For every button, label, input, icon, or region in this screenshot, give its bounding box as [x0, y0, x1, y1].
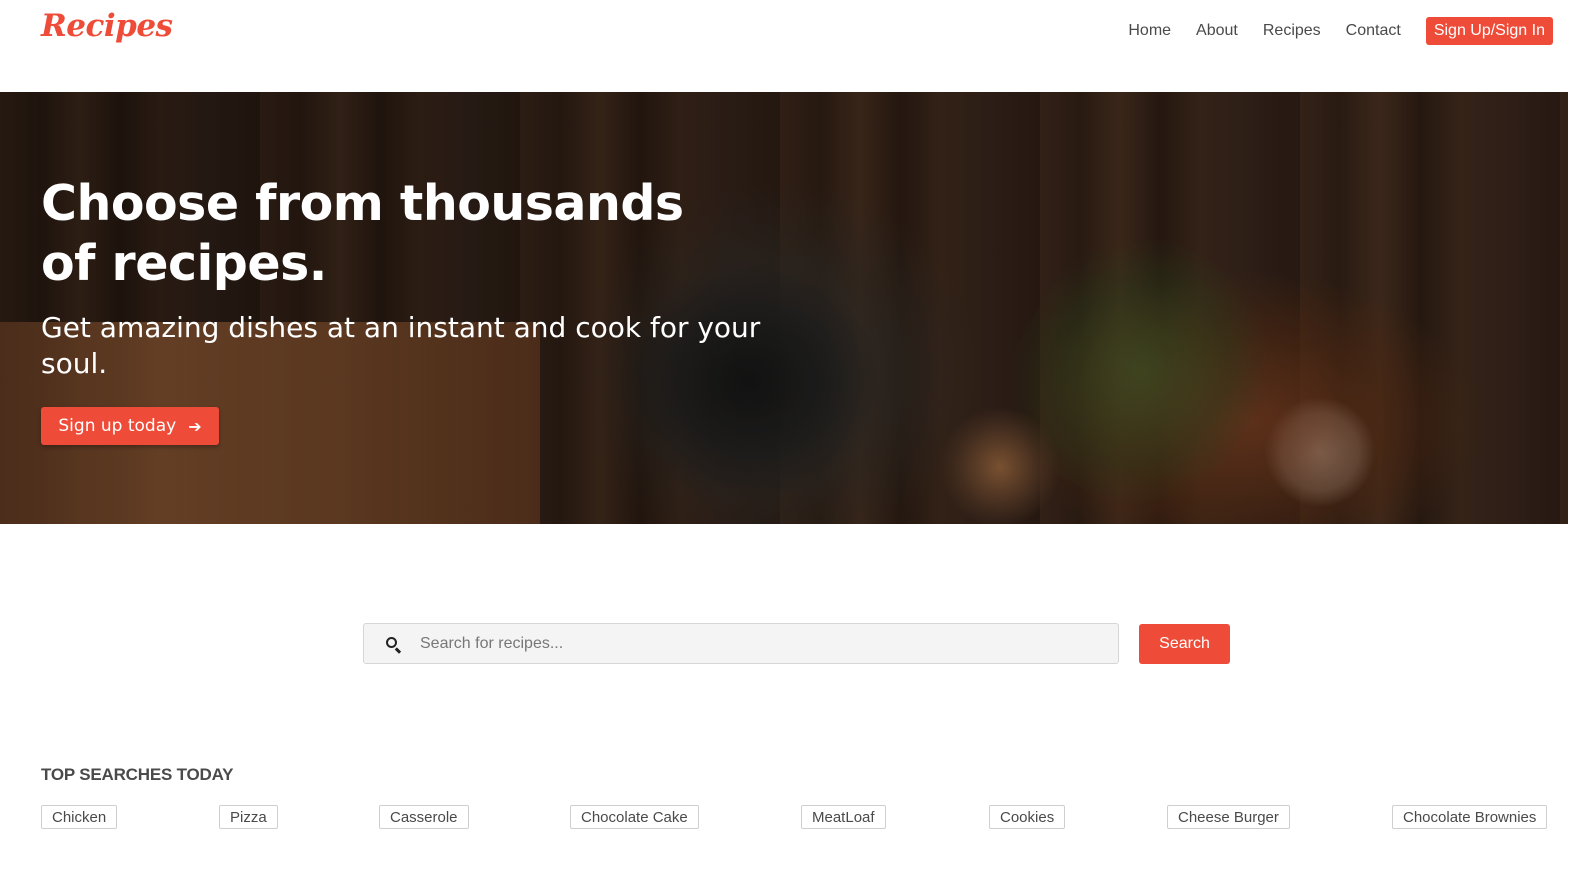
hero-overlay [0, 92, 1568, 524]
tag-pizza[interactable]: Pizza [219, 805, 278, 829]
nav-contact-link[interactable]: Contact [1346, 22, 1401, 40]
signup-signin-button[interactable]: Sign Up/Sign In [1425, 17, 1553, 45]
search-icon [386, 636, 402, 653]
main-nav: Home About Recipes Contact Sign Up/Sign … [1103, 17, 1553, 45]
nav-home-link[interactable]: Home [1128, 22, 1171, 40]
nav-about-link[interactable]: About [1196, 22, 1238, 40]
site-header: Recipes Home About Recipes Contact Sign … [0, 0, 1579, 92]
tag-meatloaf[interactable]: MeatLoaf [801, 805, 886, 829]
search-input[interactable] [420, 634, 1100, 653]
site-logo[interactable]: Recipes [41, 8, 173, 44]
signup-today-label: Sign up today [58, 416, 177, 436]
tag-chocolate-cake[interactable]: Chocolate Cake [570, 805, 699, 829]
tag-cookies[interactable]: Cookies [989, 805, 1066, 829]
signup-today-button[interactable]: Sign up today ➔ [41, 407, 219, 445]
search-button[interactable]: Search [1139, 624, 1230, 664]
hero-banner: Choose from thousands of recipes. Get am… [0, 92, 1568, 524]
tag-chicken[interactable]: Chicken [41, 805, 118, 829]
top-searches-tags: Chicken Pizza Casserole Chocolate Cake M… [41, 805, 1553, 829]
tag-cheese-burger[interactable]: Cheese Burger [1167, 805, 1290, 829]
tag-casserole[interactable]: Casserole [379, 805, 469, 829]
hero-subtitle: Get amazing dishes at an instant and coo… [41, 311, 761, 380]
tag-chocolate-brownies[interactable]: Chocolate Brownies [1392, 805, 1548, 829]
top-searches-heading: TOP SEARCHES TODAY [41, 765, 234, 784]
hero-title: Choose from thousands of recipes. [41, 175, 684, 292]
arrow-right-icon: ➔ [188, 416, 202, 436]
search-bar [363, 623, 1119, 664]
nav-recipes-link[interactable]: Recipes [1263, 22, 1321, 40]
